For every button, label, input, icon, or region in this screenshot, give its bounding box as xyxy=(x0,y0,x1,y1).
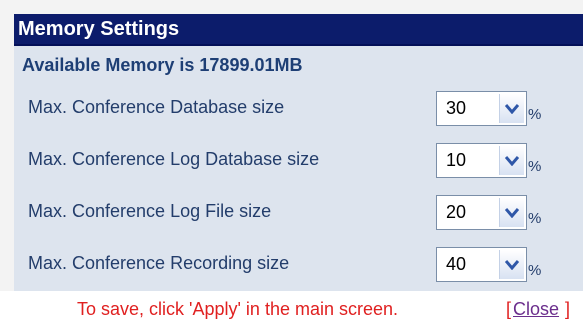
recording-size-unit: % xyxy=(528,262,542,279)
log-db-size-unit: % xyxy=(528,158,542,175)
available-memory-text: Available Memory is 17899.01MB xyxy=(22,55,303,75)
recording-size-value: 40 xyxy=(446,254,467,274)
log-file-size-label: Max. Conference Log File size xyxy=(28,201,272,221)
recording-size-select[interactable]: 40 xyxy=(436,247,527,282)
log-db-size-select[interactable]: 10 xyxy=(436,143,527,178)
log-file-size-unit: % xyxy=(528,210,542,227)
db-size-value: 30 xyxy=(446,98,467,118)
window-title: Memory Settings xyxy=(18,18,180,40)
chevron-down-icon[interactable] xyxy=(499,94,524,123)
memory-settings-panel: Memory Settings Available Memory is 1789… xyxy=(0,0,583,335)
save-instruction: To save, click 'Apply' in the main scree… xyxy=(77,299,399,319)
close-bracket-open: [ xyxy=(506,299,512,319)
chevron-down-icon[interactable] xyxy=(499,198,524,227)
db-size-unit: % xyxy=(528,106,542,123)
close-link[interactable]: Close xyxy=(513,299,559,320)
db-size-select[interactable]: 30 xyxy=(436,91,527,126)
db-size-label: Max. Conference Database size xyxy=(28,97,285,117)
log-db-size-value: 10 xyxy=(446,150,467,170)
recording-size-label: Max. Conference Recording size xyxy=(28,253,290,273)
footer-bar: To save, click 'Apply' in the main scree… xyxy=(0,291,583,335)
close-bracket-close: ] xyxy=(565,299,571,319)
log-file-size-select[interactable]: 20 xyxy=(436,195,527,230)
log-file-size-value: 20 xyxy=(446,202,467,222)
title-bar: Memory Settings xyxy=(14,14,583,46)
chevron-down-icon[interactable] xyxy=(499,146,524,175)
log-db-size-label: Max. Conference Log Database size xyxy=(28,149,320,169)
chevron-down-icon[interactable] xyxy=(499,250,524,279)
